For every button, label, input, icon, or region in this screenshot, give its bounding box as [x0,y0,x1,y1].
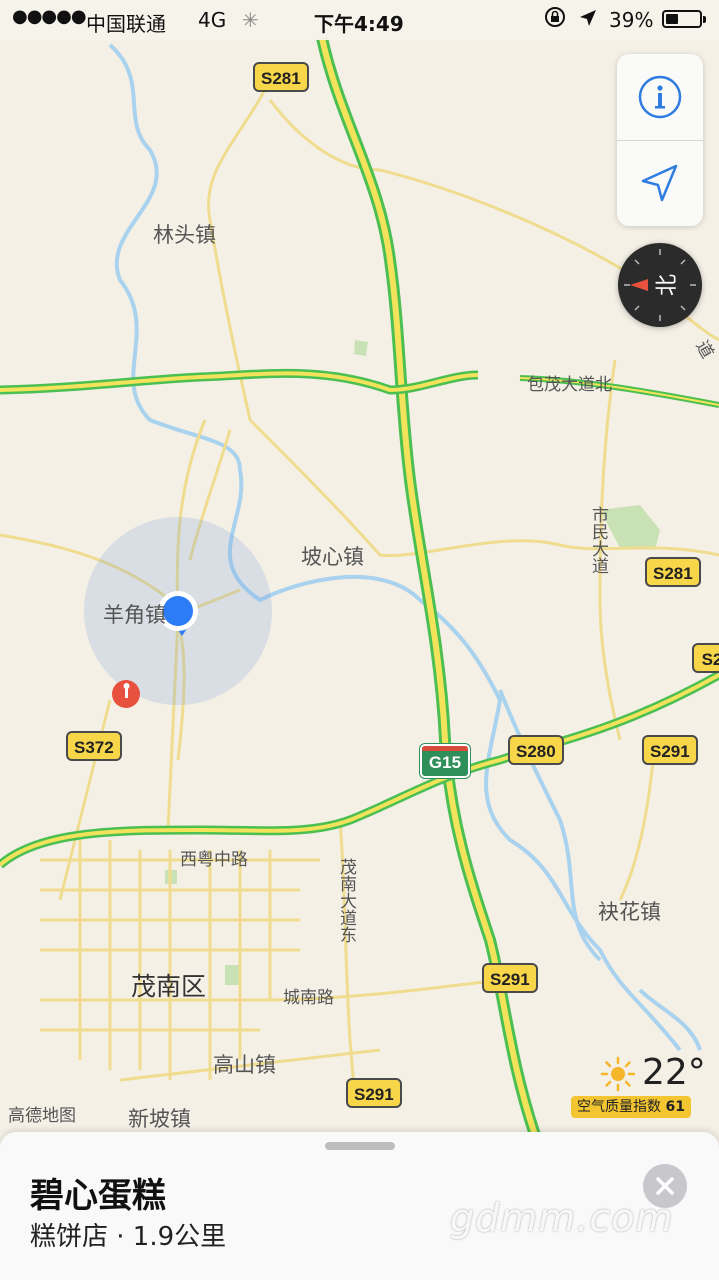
place-label-yangjiao[interactable]: 羊角镇 [103,599,166,629]
place-label-shimin-road: 市民大道 [588,506,608,574]
drag-handle[interactable] [325,1142,395,1150]
place-label-lintou[interactable]: 林头镇 [153,219,216,249]
compass-north-label: 北 [655,273,681,297]
place-pin-icon[interactable] [112,680,140,708]
road-label-g15: G15 [420,744,470,778]
temperature: 22° [642,1052,706,1093]
road-label-s2: S2 [692,643,719,673]
air-quality-badge[interactable]: 空气质量指数 61 [571,1096,691,1118]
battery-icon [662,10,706,28]
info-button[interactable] [617,54,703,140]
place-label-gaoshan[interactable]: 高山镇 [213,1049,276,1079]
location-services-icon [578,8,598,33]
orientation-lock-icon [544,6,566,33]
place-label-maonan-road: 茂南大道东 [336,858,356,943]
road-label-s281: S281 [253,62,309,92]
place-label-maonan-district[interactable]: 茂南区 [131,967,206,1003]
current-location-dot[interactable] [163,596,193,626]
road-label-s291: S291 [346,1078,402,1108]
status-time: 下午4:49 [314,12,404,36]
network-type: 4G [198,8,227,32]
road-label-s280: S280 [508,735,564,765]
status-bar: ●●●●● 中国联通 4G ✳ 下午4:49 39% [0,0,719,40]
place-label-baomao-road: 包茂大道北 [527,375,612,395]
place-label-gonghua[interactable]: 袂花镇 [598,896,661,926]
amap-logo: 高德地图 [8,1106,76,1126]
aqi-value: 61 [665,1099,685,1115]
carrier-name: 中国联通 [86,12,166,36]
road-label-s281: S281 [645,557,701,587]
battery-percent: 39% [609,8,654,32]
place-title: 碧心蛋糕 [30,1176,166,1216]
place-label-poxin[interactable]: 坡心镇 [301,541,364,571]
compass-button[interactable]: 北 [618,243,702,327]
place-subtitle: 糕饼店 · 1.9公里 [30,1222,227,1252]
place-label-chengnan-road: 城南路 [283,988,334,1008]
place-label-xinpo[interactable]: 新坡镇 [128,1103,191,1133]
sun-icon [600,1056,636,1092]
road-label-s372: S372 [66,731,122,761]
info-icon [638,75,682,119]
road-label-s291: S291 [642,735,698,765]
place-label-xiyue-road: 西粤中路 [180,850,248,870]
loading-spinner-icon: ✳ [242,8,259,32]
aqi-label: 空气质量指数 [577,1099,661,1115]
signal-strength-icon: ●●●●● [12,6,87,27]
watermark: gdmm.com [450,1196,674,1240]
location-arrow-icon [641,164,678,202]
locate-me-button[interactable] [617,141,703,226]
map-controls-panel [617,54,703,226]
road-label-s291: S291 [482,963,538,993]
